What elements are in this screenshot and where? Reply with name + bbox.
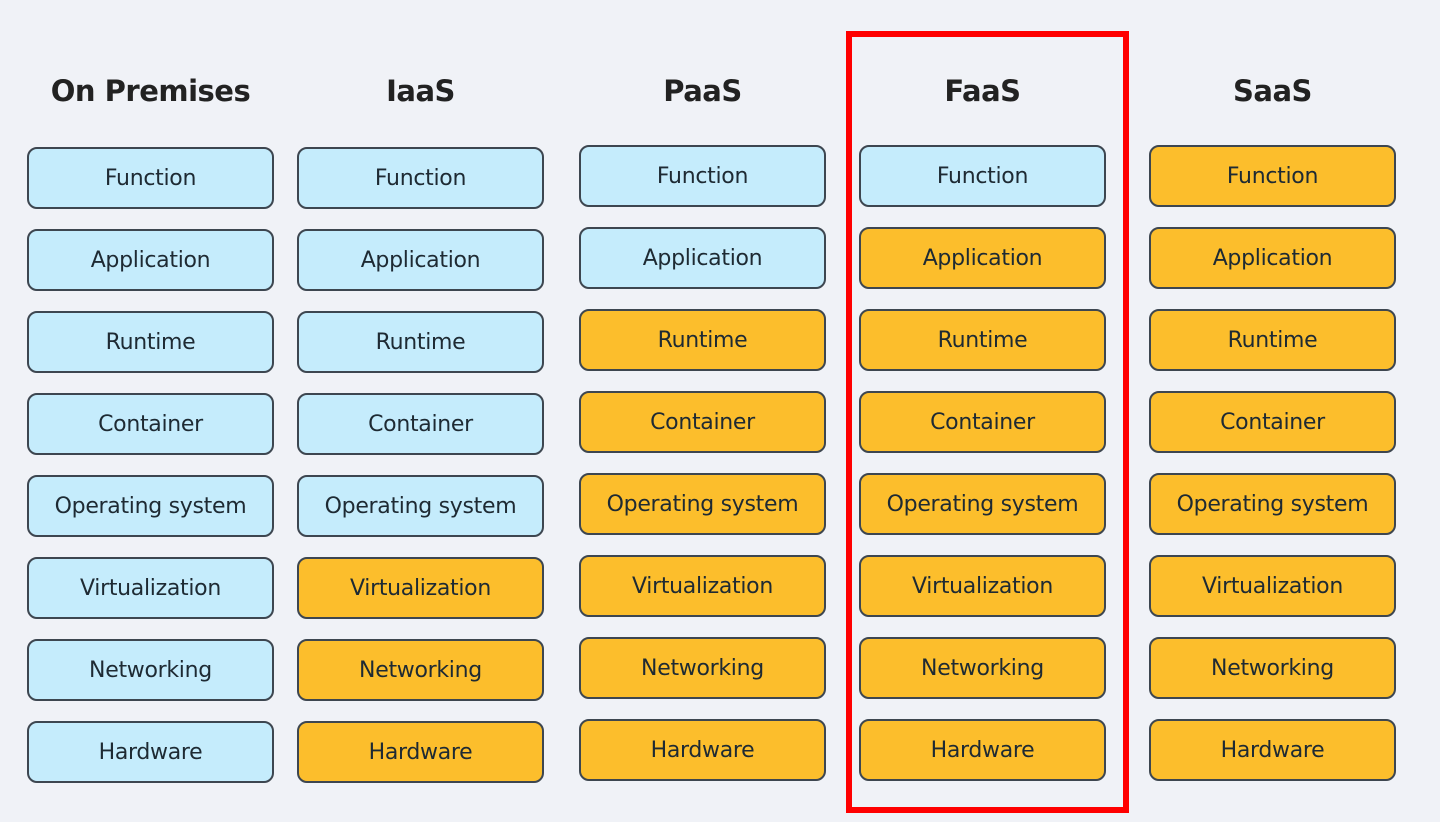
column-title: IaaS (386, 74, 455, 108)
layer-box: Runtime (579, 309, 826, 371)
layer-box: Operating system (27, 475, 274, 537)
layer-box: Function (27, 147, 274, 209)
layer-box: Runtime (1149, 309, 1396, 371)
layer-box: Hardware (1149, 719, 1396, 781)
layer-box: Networking (27, 639, 274, 701)
layer-box: Runtime (27, 311, 274, 373)
layer-box: Networking (297, 639, 544, 701)
layer-box: Operating system (1149, 473, 1396, 535)
layer-box: Container (27, 393, 274, 455)
layer-box: Operating system (297, 475, 544, 537)
layer-box: Operating system (579, 473, 826, 535)
layer-box: Hardware (579, 719, 826, 781)
layer-box: Application (579, 227, 826, 289)
layer-box: Runtime (297, 311, 544, 373)
layer-box: Function (297, 147, 544, 209)
layer-box: Virtualization (579, 555, 826, 617)
layer-box: Hardware (297, 721, 544, 783)
layer-box: Container (579, 391, 826, 453)
layer-box: Virtualization (27, 557, 274, 619)
column-title: PaaS (663, 74, 742, 108)
layer-box: Application (1149, 227, 1396, 289)
faas-highlight-frame (846, 31, 1129, 813)
layer-box: Application (297, 229, 544, 291)
layer-box: Container (297, 393, 544, 455)
layer-box: Virtualization (297, 557, 544, 619)
column-title: SaaS (1233, 74, 1312, 108)
layer-box: Container (1149, 391, 1396, 453)
layer-box: Networking (1149, 637, 1396, 699)
column-title: On Premises (50, 74, 251, 108)
layer-box: Application (27, 229, 274, 291)
layer-box: Networking (579, 637, 826, 699)
layer-box: Function (579, 145, 826, 207)
layer-box: Hardware (27, 721, 274, 783)
layer-box: Virtualization (1149, 555, 1396, 617)
layer-box: Function (1149, 145, 1396, 207)
